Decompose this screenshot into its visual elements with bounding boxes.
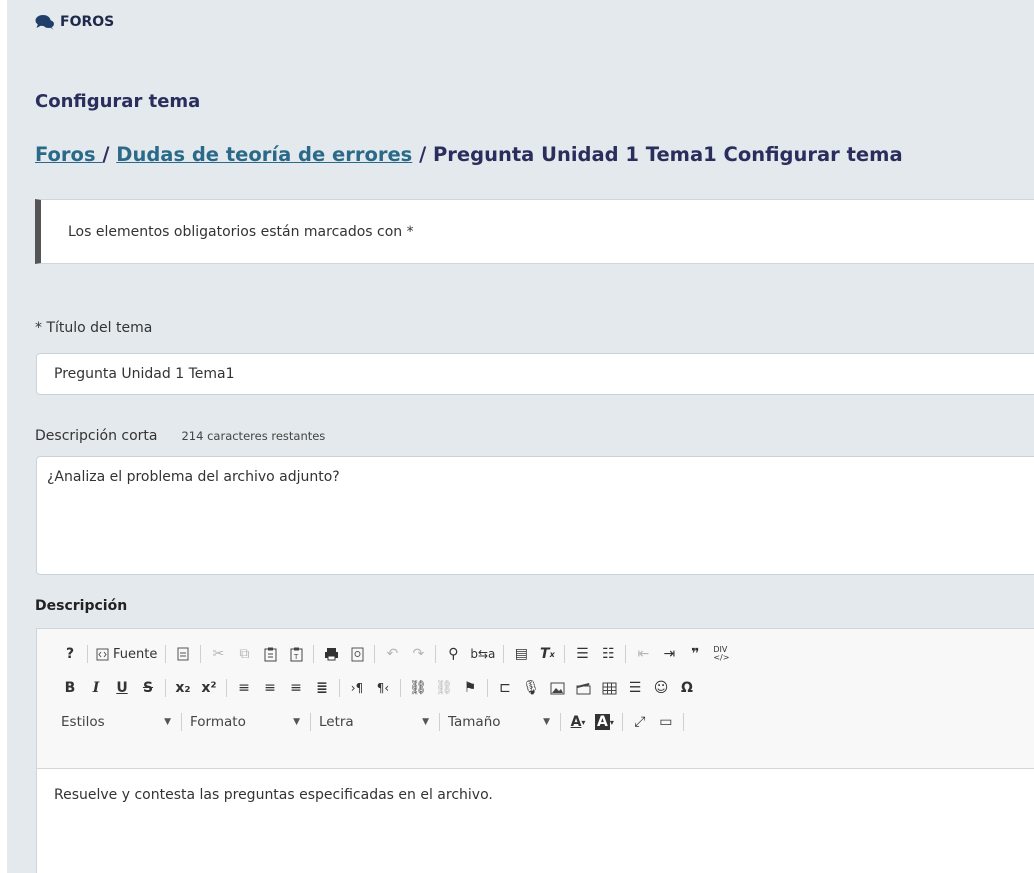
chevron-down-icon: ▼ <box>422 717 429 727</box>
comments-icon <box>35 15 54 30</box>
bg-color-button[interactable]: A ▾ <box>591 709 618 735</box>
title-label: * Título del tema <box>35 320 153 336</box>
chars-remaining: 214 caracteres restantes <box>181 429 326 443</box>
cart-icon[interactable]: ⊏ <box>492 675 518 701</box>
size-dropdown[interactable]: Tamaño ▼ <box>444 709 556 735</box>
italic-button[interactable]: I <box>83 675 109 701</box>
cut-icon[interactable]: ✂ <box>205 641 231 667</box>
chevron-down-icon: ▼ <box>293 717 300 727</box>
indent-icon[interactable]: ⇥ <box>656 641 682 667</box>
svg-text:T: T <box>293 653 299 661</box>
editor-content-text: Resuelve y contesta las preguntas especi… <box>54 787 493 803</box>
maximize-icon[interactable]: ⤢ <box>627 709 653 735</box>
rich-text-editor: ? Fuente ✂ ⧉ T ↶ ↷ ⚲ b⇆a ▤ T x ☰ ☷ ⇤ ⇥ ❞… <box>36 628 1034 873</box>
horizontal-rule-icon[interactable]: ☰ <box>622 675 648 701</box>
table-icon[interactable] <box>596 675 622 701</box>
editor-content[interactable]: Resuelve y contesta las preguntas especi… <box>37 769 1034 803</box>
link-icon[interactable]: ⛓ <box>405 675 431 701</box>
new-page-icon[interactable] <box>170 641 196 667</box>
bulleted-list-icon[interactable]: ☷ <box>595 641 621 667</box>
toolbar-row-3: Estilos ▼ Formato ▼ Letra ▼ Tamaño ▼ A ▾ A ▾ <box>57 705 1034 739</box>
subscript-button[interactable]: x₂ <box>170 675 196 701</box>
smiley-icon[interactable]: ☺ <box>648 675 674 701</box>
text-color-button[interactable]: A ▾ <box>565 709 591 735</box>
rtl-icon[interactable]: ¶‹ <box>370 675 396 701</box>
numbered-list-icon[interactable]: ☰ <box>569 641 595 667</box>
required-notice: Los elementos obligatorios están marcado… <box>35 199 1034 264</box>
title-input[interactable]: Pregunta Unidad 1 Tema1 <box>36 353 1034 395</box>
copy-icon[interactable]: ⧉ <box>231 641 257 667</box>
source-button[interactable]: Fuente <box>92 641 161 667</box>
source-icon <box>96 648 109 660</box>
replace-icon[interactable]: b⇆a <box>466 641 499 667</box>
special-char-button[interactable]: Ω <box>674 675 700 701</box>
ltr-icon[interactable]: ›¶ <box>344 675 370 701</box>
video-icon[interactable] <box>570 675 596 701</box>
bold-button[interactable]: B <box>57 675 83 701</box>
select-all-icon[interactable]: ▤ <box>508 641 534 667</box>
required-notice-text: Los elementos obligatorios están marcado… <box>68 223 414 240</box>
unlink-icon[interactable]: ⛓ <box>431 675 457 701</box>
short-desc-textarea[interactable]: ¿Analiza el problema del archivo adjunto… <box>36 456 1034 575</box>
section-header: FOROS <box>35 14 114 30</box>
superscript-button[interactable]: x² <box>196 675 222 701</box>
breadcrumb: Foros / Dudas de teoría de errores / Pre… <box>35 143 903 166</box>
blockquote-icon[interactable]: ❞ <box>682 641 708 667</box>
image-icon[interactable] <box>544 675 570 701</box>
anchor-flag-icon[interactable]: ⚑ <box>457 675 483 701</box>
align-right-icon[interactable]: ≡ <box>283 675 309 701</box>
breadcrumb-link-forums[interactable]: Foros <box>35 143 102 166</box>
strikethrough-button[interactable]: S <box>135 675 161 701</box>
breadcrumb-separator: / <box>102 143 117 166</box>
redo-icon[interactable]: ↷ <box>405 641 431 667</box>
toolbar-row-2: B I U S x₂ x² ≡ ≡ ≡ ≣ ›¶ ¶‹ ⛓ ⛓ ⚑ ⊏ 🎙 ☰ … <box>57 671 1034 705</box>
short-desc-value: ¿Analiza el problema del archivo adjunto… <box>47 469 340 485</box>
templates-icon[interactable] <box>344 641 370 667</box>
breadcrumb-link-forum[interactable]: Dudas de teoría de errores <box>116 143 412 166</box>
font-dropdown[interactable]: Letra ▼ <box>315 709 435 735</box>
format-dropdown[interactable]: Formato ▼ <box>186 709 306 735</box>
short-desc-label-row: Descripción corta 214 caracteres restante… <box>35 428 325 444</box>
underline-button[interactable]: U <box>109 675 135 701</box>
toolbar-row-1: ? Fuente ✂ ⧉ T ↶ ↷ ⚲ b⇆a ▤ T x ☰ ☷ ⇤ ⇥ ❞… <box>57 637 1034 671</box>
description-label: Descripción <box>35 598 128 614</box>
outdent-icon[interactable]: ⇤ <box>630 641 656 667</box>
undo-icon[interactable]: ↶ <box>379 641 405 667</box>
div-container-icon[interactable]: DIV </> <box>708 641 734 667</box>
paste-icon[interactable] <box>257 641 283 667</box>
print-icon[interactable] <box>318 641 344 667</box>
section-title: FOROS <box>60 14 115 30</box>
align-center-icon[interactable]: ≡ <box>257 675 283 701</box>
remove-format-icon[interactable]: Tx <box>534 641 560 667</box>
short-desc-label: Descripción corta <box>35 428 158 444</box>
styles-dropdown[interactable]: Estilos ▼ <box>57 709 177 735</box>
paste-text-icon[interactable]: T <box>283 641 309 667</box>
microphone-icon[interactable]: 🎙 <box>518 675 544 701</box>
align-left-icon[interactable]: ≡ <box>231 675 257 701</box>
chevron-down-icon: ▼ <box>164 717 171 727</box>
page: FOROS Configurar tema Foros / Dudas de t… <box>7 0 1034 873</box>
breadcrumb-current: / Pregunta Unidad 1 Tema1 Configurar tem… <box>412 143 903 166</box>
show-blocks-icon[interactable]: ▭ <box>653 709 679 735</box>
chevron-down-icon: ▼ <box>543 717 550 727</box>
justify-icon[interactable]: ≣ <box>309 675 335 701</box>
editor-toolbar: ? Fuente ✂ ⧉ T ↶ ↷ ⚲ b⇆a ▤ T x ☰ ☷ ⇤ ⇥ ❞… <box>37 629 1034 769</box>
help-button[interactable]: ? <box>57 641 83 667</box>
page-title: Configurar tema <box>35 91 201 112</box>
title-input-value: Pregunta Unidad 1 Tema1 <box>54 366 235 382</box>
find-icon[interactable]: ⚲ <box>440 641 466 667</box>
